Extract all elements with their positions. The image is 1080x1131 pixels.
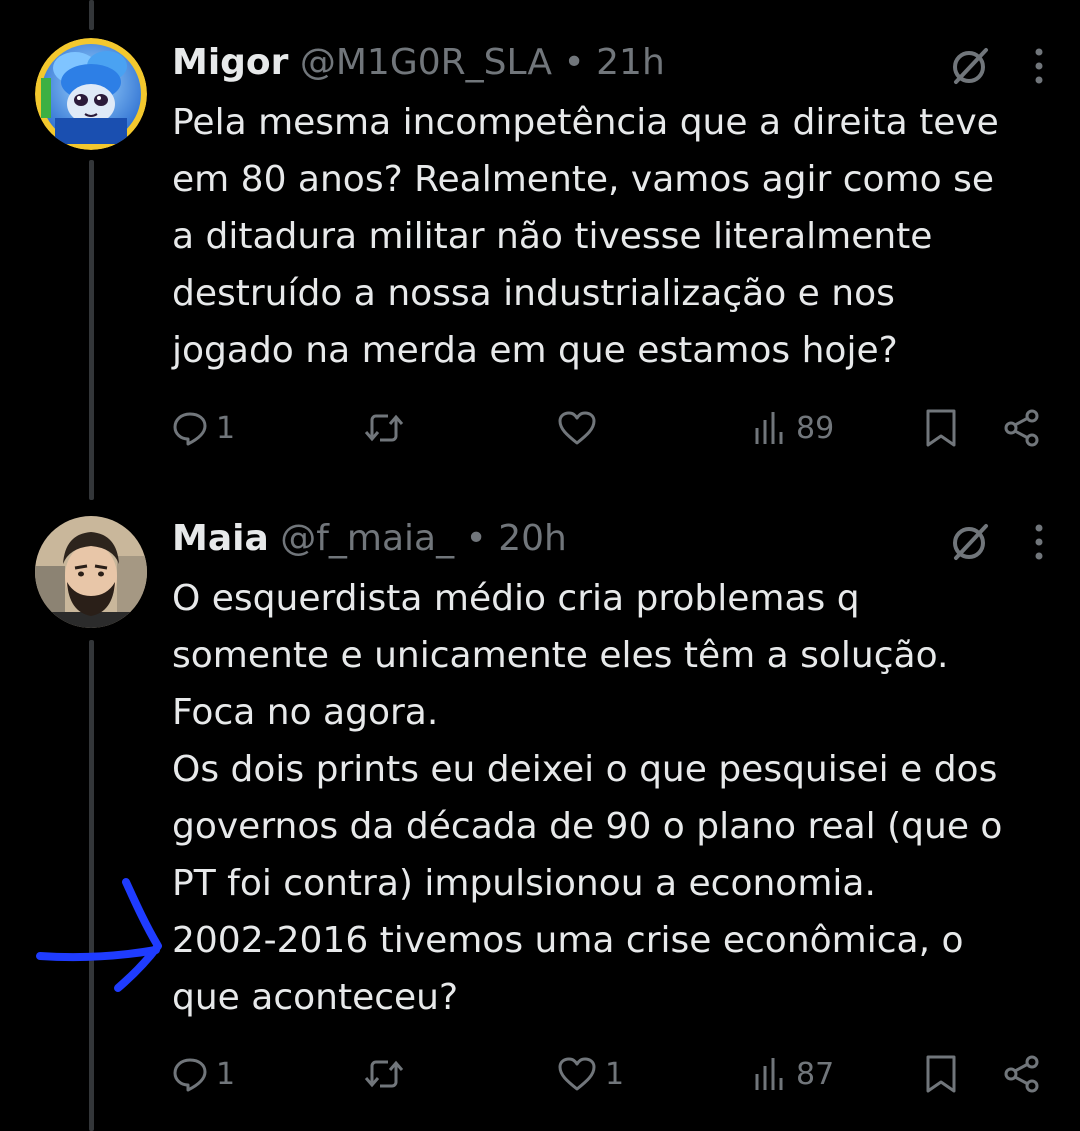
views-icon	[752, 410, 788, 446]
tweet-header: Maia @f_maia_ • 20h	[172, 514, 567, 564]
tweet-text-line: O esquerdista médio cria problemas q	[172, 578, 860, 619]
avatar[interactable]	[35, 516, 147, 628]
reply-count: 1	[216, 1056, 236, 1092]
tweet-text-line: governos da década de 90 o plano real (q…	[172, 806, 1003, 847]
tweet-text-line: PT foi contra) impulsionou a economia.	[172, 863, 876, 904]
bookmark-icon	[924, 408, 958, 448]
heart-icon	[557, 1056, 597, 1092]
views-count: 89	[796, 410, 835, 446]
tweet-text-line: 2002-2016 tivemos uma crise econômica, o	[172, 920, 964, 961]
like-button[interactable]	[557, 403, 605, 453]
hand-drawn-arrow-icon	[30, 870, 170, 1004]
tweet-actions: 1 89	[172, 403, 1044, 453]
tweet-text-line: Os dois prints eu deixei o que pesquisei…	[172, 749, 998, 790]
heart-icon	[557, 410, 597, 446]
grok-icon[interactable]	[948, 520, 992, 568]
retweet-icon	[362, 1056, 406, 1092]
reply-count: 1	[216, 410, 236, 446]
tweet-text-line: Pela mesma incompetência que a direita t…	[172, 102, 999, 143]
views-button[interactable]: 89	[752, 403, 834, 453]
reply-button[interactable]: 1	[172, 403, 235, 453]
more-icon[interactable]	[1034, 522, 1044, 566]
tweet-header: Migor @M1G0R_SLA • 21h	[172, 38, 665, 88]
grok-icon[interactable]	[948, 44, 992, 92]
reply-icon	[172, 410, 208, 446]
tweet-header-icons	[948, 520, 1044, 568]
retweet-button[interactable]	[362, 403, 414, 453]
views-button[interactable]: 87	[752, 1049, 834, 1099]
display-name[interactable]: Maia	[172, 518, 269, 559]
tweet[interactable]: Migor @M1G0R_SLA • 21h Pela mesma incomp…	[0, 0, 1080, 480]
tweet-text-line: jogado na merda em que estamos hoje?	[172, 330, 898, 371]
user-handle[interactable]: @M1G0R_SLA	[300, 42, 552, 83]
like-count: 1	[605, 1056, 625, 1092]
share-icon	[1002, 408, 1042, 448]
bookmark-icon	[924, 1054, 958, 1094]
views-icon	[752, 1056, 788, 1092]
user-handle[interactable]: @f_maia_	[280, 518, 454, 559]
reply-button[interactable]: 1	[172, 1049, 235, 1099]
views-count: 87	[796, 1056, 835, 1092]
tweet-text-line: Foca no agora.	[172, 692, 439, 733]
tweet-text-line: somente e unicamente eles têm a solução.	[172, 635, 949, 676]
more-icon[interactable]	[1034, 46, 1044, 90]
tweet-text-line: destruído a nossa industrialização e nos	[172, 273, 895, 314]
bookmark-button[interactable]	[924, 403, 958, 453]
share-button[interactable]	[1002, 403, 1042, 453]
timestamp[interactable]: 21h	[596, 42, 665, 83]
retweet-button[interactable]	[362, 1049, 414, 1099]
tweet-text: O esquerdista médio cria problemas q som…	[172, 570, 1052, 1026]
display-name[interactable]: Migor	[172, 42, 288, 83]
reply-icon	[172, 1056, 208, 1092]
retweet-icon	[362, 410, 406, 446]
avatar-image	[35, 38, 147, 150]
avatar-image	[35, 516, 147, 628]
timestamp[interactable]: 20h	[498, 518, 567, 559]
separator-dot: •	[563, 42, 585, 83]
tweet-text-line: a ditadura militar não tivesse literalme…	[172, 216, 933, 257]
tweet-text-line: que aconteceu?	[172, 977, 459, 1018]
tweet-text: Pela mesma incompetência que a direita t…	[172, 94, 1052, 379]
like-button[interactable]: 1	[557, 1049, 624, 1099]
tweet-text-line: em 80 anos? Realmente, vamos agir como s…	[172, 159, 994, 200]
avatar[interactable]	[35, 38, 147, 150]
bookmark-button[interactable]	[924, 1049, 958, 1099]
share-icon	[1002, 1054, 1042, 1094]
separator-dot: •	[465, 518, 487, 559]
tweet-header-icons	[948, 44, 1044, 92]
tweet-actions: 1 1 87	[172, 1049, 1044, 1099]
share-button[interactable]	[1002, 1049, 1042, 1099]
tweet[interactable]: Maia @f_maia_ • 20h O esquerdista médio …	[0, 500, 1080, 1131]
